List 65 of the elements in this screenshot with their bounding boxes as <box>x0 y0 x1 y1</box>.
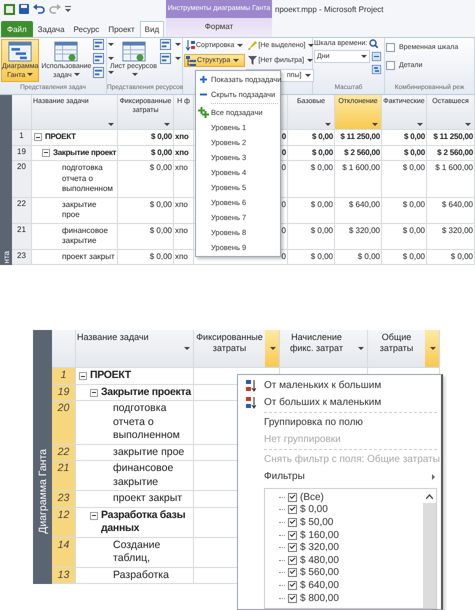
task-name: финансовое закрытие <box>62 226 109 246</box>
filter-value-label: $ 560,00 <box>300 567 339 578</box>
table-cell: $ 0,00 <box>382 130 427 146</box>
task-name: закрытие прое <box>62 200 98 220</box>
table-cell: $ 640,00 <box>427 198 475 224</box>
column-label: Начисление фикс. затрат <box>289 331 344 355</box>
task-name: проект закрыт <box>62 252 115 262</box>
column-label: Фиксированные затраты <box>195 331 264 355</box>
table-cell: $ 0,00 <box>118 250 174 265</box>
table-cell: $ 0,00 <box>288 198 335 224</box>
table-cell: $ 2 560,00 <box>335 146 382 161</box>
task-name: Разработка базы данных <box>101 508 186 536</box>
table-cell: хпо <box>174 161 194 198</box>
task-name: подготовка отчета о выполненном <box>62 163 114 194</box>
table-cell: $ 11 250,00 <box>427 130 475 146</box>
table-cell: $ 2 560,00 <box>427 146 475 161</box>
filter-value-label: $ 480,00 <box>300 554 339 566</box>
task-name: закрытие прое <box>113 446 184 459</box>
table-cell: $ 0,00 <box>288 224 335 250</box>
filter-value-label: $ 50,00 <box>300 516 334 528</box>
table-cell: $ 1 600,00 <box>335 161 382 198</box>
filter-value-label: $ 160,00 <box>300 530 339 541</box>
filter-value-label: $ 320,00 <box>300 542 339 554</box>
task-name: Закрытие проекта <box>101 386 191 399</box>
view-bar-label: нта <box>2 250 10 263</box>
table-cell: $ 0,00 <box>118 161 174 198</box>
table-cell: $ 0,00 <box>427 250 475 265</box>
table-cell: $ 0,00 <box>118 224 174 250</box>
table-cell: хпо <box>174 146 194 161</box>
table-cell: $ 0,00 <box>335 250 382 265</box>
table-cell: $ 0,00 <box>382 250 427 265</box>
view-bar-label: Диаграмма Ганта <box>36 449 48 534</box>
table-cell: $ 0,00 <box>288 130 335 146</box>
task-name: Закрытие проект <box>53 148 115 158</box>
table-cell: $ 1 600,00 <box>427 161 475 198</box>
table-cell: хпо <box>174 130 194 146</box>
column-label: Название задачи <box>76 331 150 344</box>
filter-value-label: (Все) <box>300 492 324 503</box>
table-cell: $ 0,00 <box>382 224 427 250</box>
task-name: ПРОЕКТ <box>45 132 76 142</box>
task-name: проект закрыт <box>113 492 182 506</box>
table-cell: хпо <box>174 250 194 265</box>
task-name: Создание таблиц, <box>113 538 162 566</box>
task-name: Разработка <box>113 568 169 582</box>
table-cell: $ 0,00 <box>118 146 174 161</box>
table-cell: $ 320,00 <box>335 224 382 250</box>
table-cell: $ 0,00 <box>118 130 174 146</box>
filter-value-label: $ 0,00 <box>300 504 328 516</box>
table-cell: $ 0,00 <box>118 198 174 224</box>
table-cell: $ 0,00 <box>288 250 335 265</box>
table-cell: $ 320,00 <box>427 224 475 250</box>
table-cell: $ 0,00 <box>382 161 427 198</box>
filter-value-label: $ 800,00 <box>300 592 339 604</box>
table-cell: $ 0,00 <box>382 198 427 224</box>
table-cell: $ 0,00 <box>288 161 335 198</box>
table-cell: $ 0,00 <box>382 146 427 161</box>
table-cell: $ 0,00 <box>288 146 335 161</box>
table-cell: хпо <box>174 224 194 250</box>
window-title: проект.mpp - Microsoft Project <box>275 4 384 14</box>
task-name: ПРОЕКТ <box>90 369 131 382</box>
column-label: Общие затраты <box>378 331 414 355</box>
filter-value-label: $ 640,00 <box>300 580 339 591</box>
table-cell: $ 11 250,00 <box>335 130 382 146</box>
table-cell: хпо <box>174 198 194 224</box>
table-cell: $ 640,00 <box>335 198 382 224</box>
